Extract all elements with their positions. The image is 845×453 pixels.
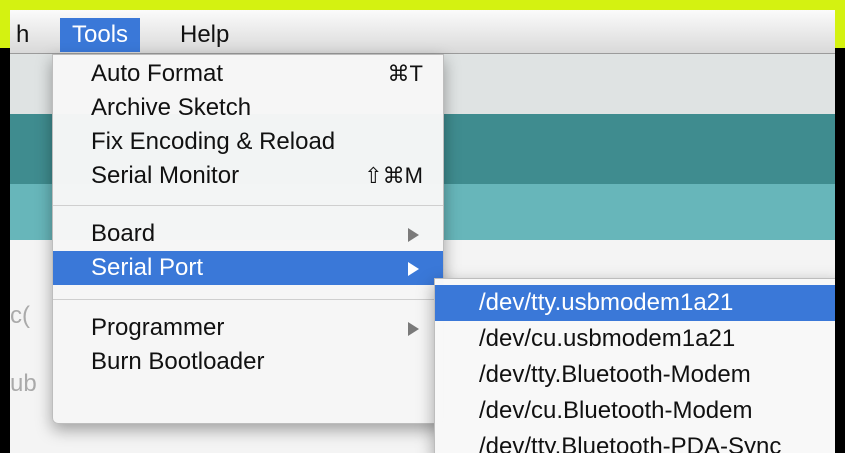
serial-port-item[interactable]: /dev/tty.Bluetooth-Modem <box>435 357 835 393</box>
submenu-arrow-icon <box>408 262 419 276</box>
menu-item-fix-encoding[interactable]: Fix Encoding & Reload <box>53 125 443 159</box>
menu-help[interactable]: Help <box>168 18 241 52</box>
editor-text-fragment: c( <box>10 302 30 329</box>
menu-item-programmer[interactable]: Programmer <box>53 311 443 345</box>
menu-item-label: Board <box>91 220 156 247</box>
menu-item-serial-port[interactable]: Serial Port <box>53 251 443 285</box>
menu-bar: h Tools Help <box>10 10 835 54</box>
menu-sketch[interactable]: h <box>10 18 41 52</box>
menu-item-archive-sketch[interactable]: Archive Sketch <box>53 91 443 125</box>
menu-separator <box>53 299 443 300</box>
submenu-arrow-icon <box>408 228 419 242</box>
menu-item-auto-format[interactable]: Auto Format ⌘T <box>53 57 443 91</box>
menu-separator <box>53 205 443 206</box>
menu-tools[interactable]: Tools <box>60 18 141 52</box>
menu-item-serial-monitor[interactable]: Serial Monitor ⇧⌘M <box>53 159 443 193</box>
tools-menu: Auto Format ⌘T Archive Sketch Fix Encodi… <box>52 54 444 424</box>
serial-port-item[interactable]: /dev/cu.Bluetooth-Modem <box>435 393 835 429</box>
menu-item-label: Programmer <box>91 314 225 341</box>
serial-port-item[interactable]: /dev/tty.usbmodem1a21 <box>435 285 835 321</box>
serial-port-item[interactable]: /dev/cu.usbmodem1a21 <box>435 321 835 357</box>
menu-item-label: Fix Encoding & Reload <box>91 128 336 155</box>
editor-text-fragment: ub <box>10 370 37 397</box>
menu-item-burn-bootloader[interactable]: Burn Bootloader <box>53 345 443 379</box>
menu-item-label: Serial Monitor <box>91 162 240 189</box>
screen: c( ub h Tools Help Auto Format ⌘T Archiv… <box>10 10 835 453</box>
shortcut-label: ⇧⌘M <box>364 163 423 188</box>
menu-item-label: Serial Port <box>91 254 204 281</box>
menu-item-board[interactable]: Board <box>53 217 443 251</box>
submenu-arrow-icon <box>408 322 419 336</box>
menu-item-label: Archive Sketch <box>91 94 252 121</box>
shortcut-label: ⌘T <box>387 61 423 86</box>
menu-item-label: Burn Bootloader <box>91 348 265 375</box>
serial-port-submenu: /dev/tty.usbmodem1a21 /dev/cu.usbmodem1a… <box>434 278 835 453</box>
serial-port-item[interactable]: /dev/tty.Bluetooth-PDA-Sync <box>435 429 835 453</box>
menu-item-label: Auto Format <box>91 60 224 87</box>
